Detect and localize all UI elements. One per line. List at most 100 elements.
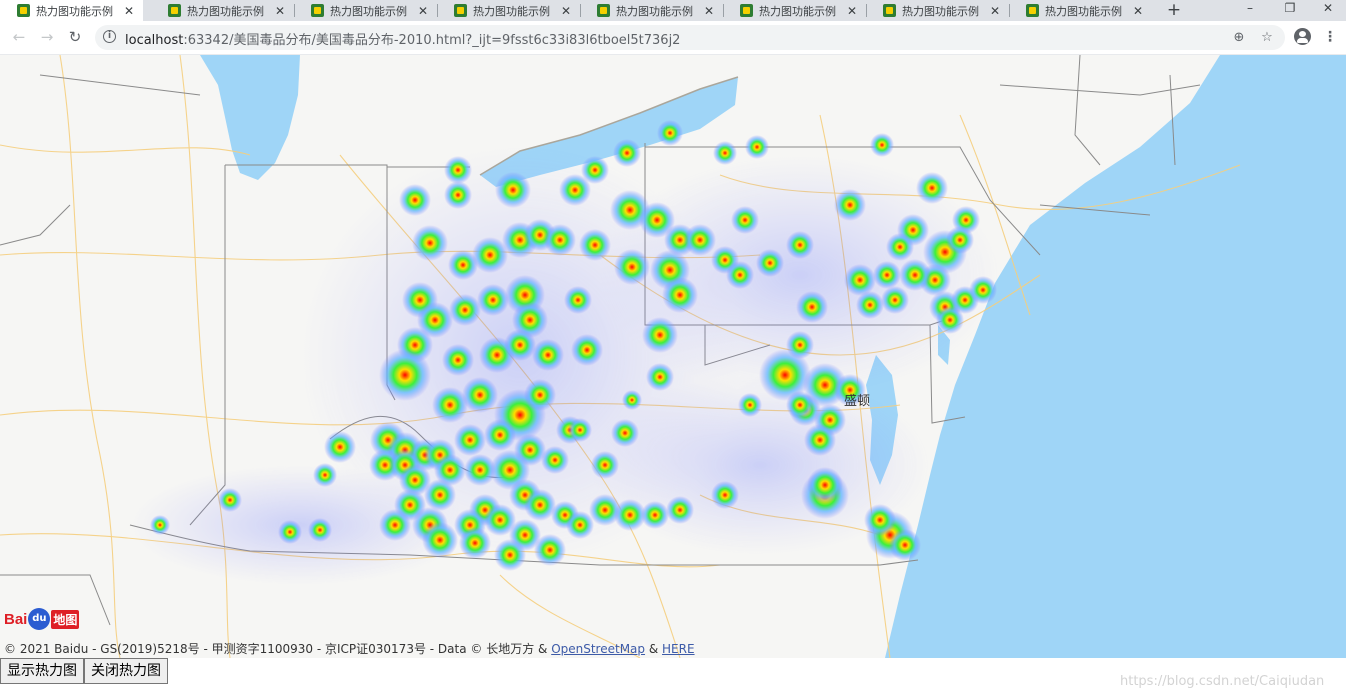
page-favicon-icon — [883, 4, 896, 17]
heat-spot — [412, 225, 448, 261]
tab-4[interactable]: 热力图功能示例 ✕ — [437, 0, 580, 21]
heat-spot — [786, 391, 814, 419]
map-canvas[interactable]: 盛顿 Bai du 地图 © 2021 Baidu - GS(2019)5218… — [0, 55, 1346, 658]
tab-7[interactable]: 热力图功能示例 ✕ — [866, 0, 1009, 21]
tab-8[interactable]: 热力图功能示例 ✕ — [1009, 0, 1152, 21]
tab-5[interactable]: 热力图功能示例 ✕ — [580, 0, 723, 21]
tab-strip: 热力图功能示例 ✕ 热力图功能示例 ✕ 热力图功能示例 ✕ 热力图功能示例 ✕ … — [0, 0, 1346, 21]
heat-spot — [218, 488, 242, 512]
menu-icon[interactable]: ⋮ — [1323, 28, 1337, 46]
minimize-button[interactable]: – — [1230, 0, 1270, 21]
heat-spot — [449, 294, 481, 326]
heatmap-controls: 显示热力图 关闭热力图 — [0, 658, 168, 686]
heat-spot — [684, 224, 716, 256]
tab-1[interactable]: 热力图功能示例 ✕ — [0, 0, 143, 21]
heat-spot — [641, 501, 669, 529]
address-url[interactable]: localhost:63342/美国毒品分布/美国毒品分布-2010.html?… — [125, 29, 680, 48]
tab-title: 热力图功能示例 — [473, 4, 550, 18]
heat-spot — [786, 331, 814, 359]
heat-spot — [541, 446, 569, 474]
heat-spot — [379, 349, 431, 401]
page-favicon-icon — [17, 4, 30, 17]
heat-spot — [459, 527, 491, 559]
heat-spot — [379, 509, 411, 541]
baidu-map-logo[interactable]: Bai du 地图 — [4, 603, 80, 635]
here-link[interactable]: HERE — [662, 642, 695, 656]
heat-spot — [611, 419, 639, 447]
address-bar[interactable]: i localhost:63342/美国毒品分布/美国毒品分布-2010.htm… — [95, 25, 1285, 50]
heat-spot — [544, 224, 576, 256]
heat-spot — [666, 496, 694, 524]
close-tab-icon[interactable]: ✕ — [987, 4, 1003, 18]
show-heatmap-button[interactable]: 显示热力图 — [0, 658, 84, 684]
heat-spot — [308, 518, 332, 542]
heat-spot — [745, 135, 769, 159]
heat-spot — [738, 393, 762, 417]
baidu-paw-icon: du — [28, 608, 51, 630]
map-basemap — [0, 55, 1346, 658]
heat-spot — [278, 520, 302, 544]
heat-spot — [454, 424, 486, 456]
heat-spot — [657, 120, 683, 146]
close-tab-icon[interactable]: ✕ — [558, 4, 574, 18]
city-label: 盛顿 — [844, 394, 871, 409]
info-icon[interactable]: i — [103, 30, 116, 43]
heat-spot — [566, 511, 594, 539]
page-favicon-icon — [168, 4, 181, 17]
bookmark-star-icon[interactable]: ☆ — [1258, 29, 1276, 47]
forward-icon[interactable]: → — [38, 28, 56, 46]
restore-button[interactable]: ❐ — [1270, 0, 1310, 21]
close-tab-icon[interactable]: ✕ — [1130, 4, 1146, 18]
page-favicon-icon — [454, 4, 467, 17]
heat-spot — [642, 317, 678, 353]
heat-spot — [711, 481, 739, 509]
heat-spot — [591, 451, 619, 479]
heat-spot — [444, 156, 472, 184]
heat-spot — [579, 229, 611, 261]
heat-spot — [399, 184, 431, 216]
logo-text-bai: Bai — [4, 610, 28, 628]
heat-spot — [524, 379, 556, 411]
tab-6[interactable]: 热力图功能示例 ✕ — [723, 0, 866, 21]
profile-icon[interactable] — [1294, 28, 1311, 45]
heat-spot — [477, 284, 509, 316]
heat-spot — [844, 264, 876, 296]
heat-spot — [662, 277, 698, 313]
heat-spot — [622, 390, 642, 410]
page-favicon-icon — [740, 4, 753, 17]
heat-spot — [713, 141, 737, 165]
heat-spot — [756, 249, 784, 277]
heat-spot — [796, 291, 828, 323]
close-tab-icon[interactable]: ✕ — [701, 4, 717, 18]
url-host: localhost — [125, 33, 184, 48]
logo-text-map: 地图 — [51, 609, 80, 629]
heat-spot — [422, 522, 458, 558]
heat-spot — [432, 387, 468, 423]
tab-3[interactable]: 热力图功能示例 ✕ — [294, 0, 437, 21]
heat-spot — [313, 463, 337, 487]
zoom-icon[interactable]: ⊕ — [1230, 29, 1248, 47]
close-tab-icon[interactable]: ✕ — [844, 4, 860, 18]
heat-spot — [864, 504, 896, 536]
heat-spot — [571, 334, 603, 366]
page-favicon-icon — [597, 4, 610, 17]
heat-spot — [324, 431, 356, 463]
tab-title: 热力图功能示例 — [187, 4, 264, 18]
heat-spot — [889, 529, 921, 561]
back-icon[interactable]: ← — [10, 28, 28, 46]
close-tab-icon[interactable]: ✕ — [272, 4, 288, 18]
tab-2[interactable]: 热力图功能示例 ✕ — [151, 0, 294, 21]
tab-title: 热力图功能示例 — [902, 4, 979, 18]
heat-spot — [568, 418, 592, 442]
reload-icon[interactable]: ↻ — [66, 28, 84, 46]
hide-heatmap-button[interactable]: 关闭热力图 — [84, 658, 168, 684]
close-tab-icon[interactable]: ✕ — [415, 4, 431, 18]
heat-spot — [564, 286, 592, 314]
heat-spot — [969, 276, 997, 304]
copyright-text: © 2021 Baidu - GS(2019)5218号 - 甲测资字11009… — [4, 642, 552, 656]
browser-toolbar: ← → ↻ i localhost:63342/美国毒品分布/美国毒品分布-20… — [0, 21, 1346, 55]
openstreetmap-link[interactable]: OpenStreetMap — [551, 642, 645, 656]
new-tab-button[interactable]: + — [1164, 0, 1184, 21]
close-window-button[interactable]: ✕ — [1308, 0, 1346, 21]
close-tab-icon[interactable]: ✕ — [121, 4, 137, 18]
